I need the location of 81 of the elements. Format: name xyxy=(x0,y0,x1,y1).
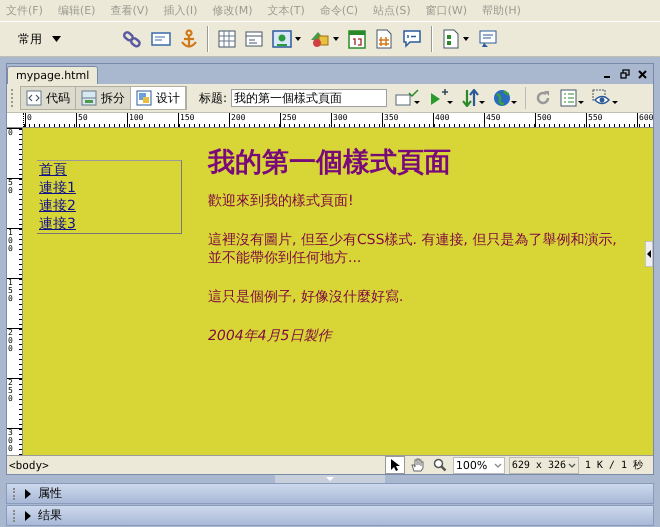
ruler-label: 400 xyxy=(433,113,484,127)
comment-icon[interactable] xyxy=(402,30,422,48)
ruler-label: 150 xyxy=(8,279,13,303)
pointer-arrow-icon xyxy=(390,458,400,472)
eye-icon[interactable] xyxy=(592,89,618,107)
globe-icon[interactable] xyxy=(493,89,518,107)
category-dropdown[interactable]: 常用 xyxy=(14,26,106,52)
page-heading: 我的第一個樣式頁面 xyxy=(208,146,452,180)
caret-icon[interactable] xyxy=(463,37,469,42)
ruler-label: 300 xyxy=(8,429,13,453)
window-size-dropdown[interactable]: 629 x 326 xyxy=(508,456,579,474)
ruler-label: 200 xyxy=(229,113,280,127)
paragraph: 歡迎來到我的樣式頁面! xyxy=(208,192,355,210)
tag-chooser-icon[interactable] xyxy=(478,30,498,48)
expand-triangle-icon xyxy=(24,488,32,498)
paragraph: 2004年4月5日製作 xyxy=(208,327,334,345)
ruler-label: 550 xyxy=(586,113,637,127)
play-icon[interactable] xyxy=(429,89,454,107)
ruler-label: 50 xyxy=(76,113,127,127)
view-button[interactable]: 代码 xyxy=(21,87,76,109)
ruler-label: 200 xyxy=(8,329,13,353)
title-label: 标题: xyxy=(199,90,228,106)
restore-icon[interactable] xyxy=(620,69,630,79)
hand-icon xyxy=(410,458,425,472)
validate-icon[interactable] xyxy=(395,89,422,107)
collapse-handle-icon[interactable] xyxy=(275,475,385,483)
expand-triangle-icon xyxy=(24,510,32,520)
paragraph: 這只是個例子, 好像沒什麼好寫. xyxy=(208,288,404,306)
hash-page-icon[interactable] xyxy=(375,29,393,50)
image-icon[interactable] xyxy=(272,30,292,48)
magnifier-icon xyxy=(432,458,447,472)
view-button[interactable]: 设计 xyxy=(131,87,186,109)
ruler-label: 600 xyxy=(637,113,653,127)
panel-header[interactable]: 属性 xyxy=(6,483,654,504)
shapes-icon[interactable] xyxy=(310,30,330,48)
list-options-icon[interactable] xyxy=(560,89,584,107)
ruler-label: 100 xyxy=(127,113,178,127)
pointer-tool[interactable] xyxy=(384,456,405,474)
nav-link[interactable]: 連接1 xyxy=(39,179,181,197)
tag-selector[interactable]: <body> xyxy=(7,458,49,472)
design-view-icon xyxy=(136,90,152,106)
side-expander-icon[interactable] xyxy=(645,241,653,267)
ruler-label: 0 xyxy=(8,129,13,137)
document-tab[interactable]: mypage.html xyxy=(7,66,98,84)
title-field[interactable]: 我的第一個樣式頁面 xyxy=(231,89,388,107)
up-down-arrows-icon[interactable] xyxy=(461,89,486,107)
caret-icon[interactable] xyxy=(295,37,301,42)
panel-title: 属性 xyxy=(38,485,62,502)
panel-header[interactable]: 结果 xyxy=(6,505,654,526)
ruler-label: 150 xyxy=(178,113,229,127)
ruler-label: 500 xyxy=(535,113,586,127)
calendar-icon[interactable] xyxy=(348,29,366,50)
ruler-label: 250 xyxy=(280,113,331,127)
panel-title: 结果 xyxy=(38,507,62,524)
download-size: 1 K / 1 秒 xyxy=(584,458,644,472)
layer-icon[interactable] xyxy=(245,31,263,48)
chevron-icon xyxy=(568,462,576,468)
ruler-label: 300 xyxy=(331,113,382,127)
split-view-icon xyxy=(81,90,97,106)
ruler-label: 250 xyxy=(8,379,13,403)
table-icon[interactable] xyxy=(218,30,236,48)
ruler-label: 50 xyxy=(8,179,13,195)
envelope-icon[interactable] xyxy=(151,31,171,48)
ruler-label: 100 xyxy=(8,229,13,253)
zoom-dropdown[interactable]: 100% xyxy=(452,456,505,474)
ruler-label: 350 xyxy=(382,113,433,127)
nav-link[interactable]: 首頁 xyxy=(39,161,181,179)
nav-link[interactable]: 連接3 xyxy=(39,215,181,233)
caret-icon[interactable] xyxy=(333,37,339,42)
nav-link[interactable]: 連接2 xyxy=(39,197,181,215)
caret-icon xyxy=(52,36,61,42)
chain-link-icon[interactable] xyxy=(122,29,142,50)
close-icon[interactable] xyxy=(638,70,647,78)
ruler-label: 0 xyxy=(25,113,76,127)
ruler-label: 450 xyxy=(484,113,535,127)
paragraph: 這裡沒有圖片, 但至少有CSS樣式. 有連接, 但只是為了舉例和演示, 並不能帶你到任何地方... xyxy=(208,231,618,267)
view-button[interactable]: 拆分 xyxy=(76,87,131,109)
template-icon[interactable] xyxy=(442,29,460,50)
anchor-icon[interactable] xyxy=(180,29,198,50)
chevron-icon xyxy=(494,462,502,468)
code-icon xyxy=(26,90,42,106)
